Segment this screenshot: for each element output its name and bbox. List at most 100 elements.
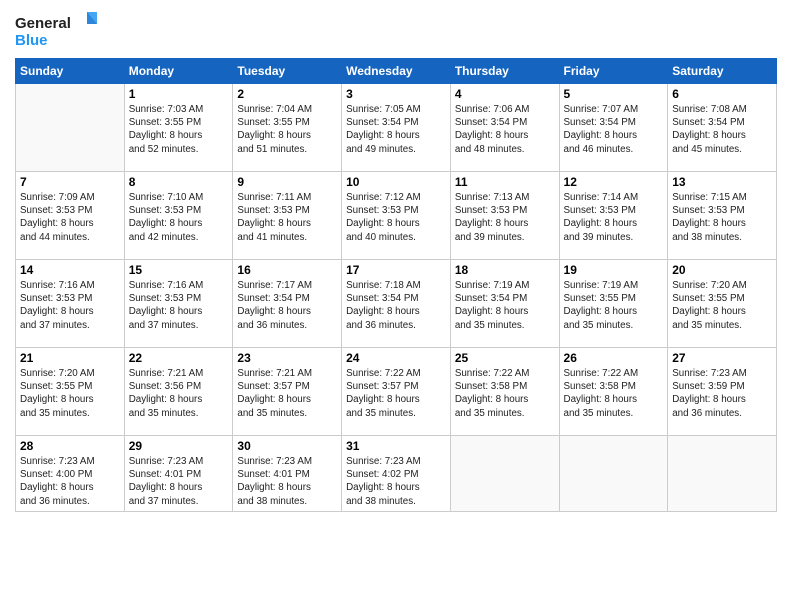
day-info: Sunrise: 7:15 AMSunset: 3:53 PMDaylight:… [672, 191, 772, 244]
day-number: 11 [455, 175, 555, 189]
weekday-header-tuesday: Tuesday [233, 59, 342, 84]
day-info: Sunrise: 7:22 AMSunset: 3:57 PMDaylight:… [346, 367, 446, 420]
calendar-cell: 1Sunrise: 7:03 AMSunset: 3:55 PMDaylight… [124, 84, 233, 172]
svg-text:General: General [15, 15, 71, 32]
day-number: 5 [564, 87, 664, 101]
day-info: Sunrise: 7:19 AMSunset: 3:54 PMDaylight:… [455, 279, 555, 332]
day-info: Sunrise: 7:16 AMSunset: 3:53 PMDaylight:… [20, 279, 120, 332]
calendar-cell: 6 Sunrise: 7:08 AMSunset: 3:54 PMDaylight… [668, 84, 777, 172]
day-info: Sunrise: 7:19 AMSunset: 3:55 PMDaylight:… [564, 279, 664, 332]
calendar-cell: 15Sunrise: 7:16 AMSunset: 3:53 PMDayligh… [124, 260, 233, 348]
calendar-cell: 7 Sunrise: 7:09 AMSunset: 3:53 PMDaylight… [16, 172, 125, 260]
day-number: 30 [237, 439, 337, 453]
day-info: Sunrise: 7:20 AMSunset: 3:55 PMDaylight:… [672, 279, 772, 332]
day-number: 7 [20, 175, 120, 189]
calendar-cell: 8 Sunrise: 7:10 AMSunset: 3:53 PMDaylight… [124, 172, 233, 260]
calendar-cell: 17Sunrise: 7:18 AMSunset: 3:54 PMDayligh… [342, 260, 451, 348]
day-number: 13 [672, 175, 772, 189]
day-info: Sunrise: 7:23 AMSunset: 4:01 PMDaylight:… [237, 455, 337, 508]
calendar-cell: 21 Sunrise: 7:20 AMSunset: 3:55 PMDayligh… [16, 348, 125, 436]
calendar-cell [668, 436, 777, 512]
day-info: Sunrise: 7:08 AMSunset: 3:54 PMDaylight:… [672, 103, 772, 156]
day-info: Sunrise: 7:11 AMSunset: 3:53 PMDaylight:… [237, 191, 337, 244]
day-info: Sunrise: 7:23 AMSunset: 4:02 PMDaylight:… [346, 455, 446, 508]
calendar-cell: 13 Sunrise: 7:15 AMSunset: 3:53 PMDayligh… [668, 172, 777, 260]
calendar-cell: 28Sunrise: 7:23 AMSunset: 4:00 PMDayligh… [16, 436, 125, 512]
day-number: 12 [564, 175, 664, 189]
calendar-cell: 19 Sunrise: 7:19 AMSunset: 3:55 PMDayligh… [559, 260, 668, 348]
day-info: Sunrise: 7:21 AMSunset: 3:56 PMDaylight:… [129, 367, 229, 420]
calendar-cell: 22 Sunrise: 7:21 AMSunset: 3:56 PMDayligh… [124, 348, 233, 436]
weekday-header-wednesday: Wednesday [342, 59, 451, 84]
day-info: Sunrise: 7:20 AMSunset: 3:55 PMDaylight:… [20, 367, 120, 420]
calendar-cell: 26 Sunrise: 7:22 AMSunset: 3:58 PMDayligh… [559, 348, 668, 436]
day-info: Sunrise: 7:17 AMSunset: 3:54 PMDaylight:… [237, 279, 337, 332]
logo: General Blue [15, 10, 105, 50]
day-info: Sunrise: 7:13 AMSunset: 3:53 PMDaylight:… [455, 191, 555, 244]
day-info: Sunrise: 7:09 AMSunset: 3:53 PMDaylight:… [20, 191, 120, 244]
calendar-week-row: 21 Sunrise: 7:20 AMSunset: 3:55 PMDayligh… [16, 348, 777, 436]
day-number: 22 [129, 351, 229, 365]
calendar-cell: 2Sunrise: 7:04 AMSunset: 3:55 PMDaylight… [233, 84, 342, 172]
day-number: 24 [346, 351, 446, 365]
day-info: Sunrise: 7:04 AMSunset: 3:55 PMDaylight:… [237, 103, 337, 156]
weekday-header-monday: Monday [124, 59, 233, 84]
day-number: 3 [346, 87, 446, 101]
day-number: 31 [346, 439, 446, 453]
calendar-week-row: 7 Sunrise: 7:09 AMSunset: 3:53 PMDaylight… [16, 172, 777, 260]
day-info: Sunrise: 7:21 AMSunset: 3:57 PMDaylight:… [237, 367, 337, 420]
calendar-week-row: 28Sunrise: 7:23 AMSunset: 4:00 PMDayligh… [16, 436, 777, 512]
day-info: Sunrise: 7:18 AMSunset: 3:54 PMDaylight:… [346, 279, 446, 332]
calendar-cell: 14 Sunrise: 7:16 AMSunset: 3:53 PMDayligh… [16, 260, 125, 348]
weekday-header-thursday: Thursday [450, 59, 559, 84]
day-info: Sunrise: 7:22 AMSunset: 3:58 PMDaylight:… [564, 367, 664, 420]
weekday-header-saturday: Saturday [668, 59, 777, 84]
day-number: 21 [20, 351, 120, 365]
day-number: 10 [346, 175, 446, 189]
calendar-cell: 10Sunrise: 7:12 AMSunset: 3:53 PMDayligh… [342, 172, 451, 260]
day-info: Sunrise: 7:16 AMSunset: 3:53 PMDaylight:… [129, 279, 229, 332]
day-number: 4 [455, 87, 555, 101]
svg-text:Blue: Blue [15, 32, 48, 49]
calendar-cell: 20 Sunrise: 7:20 AMSunset: 3:55 PMDayligh… [668, 260, 777, 348]
day-info: Sunrise: 7:06 AMSunset: 3:54 PMDaylight:… [455, 103, 555, 156]
day-number: 20 [672, 263, 772, 277]
calendar-cell: 24 Sunrise: 7:22 AMSunset: 3:57 PMDayligh… [342, 348, 451, 436]
calendar-cell: 11 Sunrise: 7:13 AMSunset: 3:53 PMDayligh… [450, 172, 559, 260]
day-number: 27 [672, 351, 772, 365]
weekday-header-friday: Friday [559, 59, 668, 84]
calendar-table: SundayMondayTuesdayWednesdayThursdayFrid… [15, 58, 777, 512]
calendar-cell [16, 84, 125, 172]
day-info: Sunrise: 7:14 AMSunset: 3:53 PMDaylight:… [564, 191, 664, 244]
day-number: 23 [237, 351, 337, 365]
day-info: Sunrise: 7:23 AMSunset: 4:01 PMDaylight:… [129, 455, 229, 508]
calendar-cell: 27 Sunrise: 7:23 AMSunset: 3:59 PMDayligh… [668, 348, 777, 436]
day-number: 14 [20, 263, 120, 277]
day-info: Sunrise: 7:03 AMSunset: 3:55 PMDaylight:… [129, 103, 229, 156]
calendar-header-row: SundayMondayTuesdayWednesdayThursdayFrid… [16, 59, 777, 84]
calendar-cell [559, 436, 668, 512]
day-number: 16 [237, 263, 337, 277]
day-number: 29 [129, 439, 229, 453]
day-number: 25 [455, 351, 555, 365]
day-number: 26 [564, 351, 664, 365]
day-info: Sunrise: 7:10 AMSunset: 3:53 PMDaylight:… [129, 191, 229, 244]
calendar-cell: 31 Sunrise: 7:23 AMSunset: 4:02 PMDayligh… [342, 436, 451, 512]
day-number: 6 [672, 87, 772, 101]
calendar-cell: 30 Sunrise: 7:23 AMSunset: 4:01 PMDayligh… [233, 436, 342, 512]
calendar-week-row: 1Sunrise: 7:03 AMSunset: 3:55 PMDaylight… [16, 84, 777, 172]
logo-text-block: General Blue [15, 10, 105, 50]
calendar-cell: 3 Sunrise: 7:05 AMSunset: 3:54 PMDaylight… [342, 84, 451, 172]
day-info: Sunrise: 7:05 AMSunset: 3:54 PMDaylight:… [346, 103, 446, 156]
day-info: Sunrise: 7:23 AMSunset: 3:59 PMDaylight:… [672, 367, 772, 420]
day-info: Sunrise: 7:07 AMSunset: 3:54 PMDaylight:… [564, 103, 664, 156]
calendar-cell: 16 Sunrise: 7:17 AMSunset: 3:54 PMDayligh… [233, 260, 342, 348]
logo-svg: General Blue [15, 10, 105, 50]
day-number: 8 [129, 175, 229, 189]
day-number: 18 [455, 263, 555, 277]
day-number: 19 [564, 263, 664, 277]
calendar-cell: 25Sunrise: 7:22 AMSunset: 3:58 PMDayligh… [450, 348, 559, 436]
day-number: 28 [20, 439, 120, 453]
calendar-cell: 29 Sunrise: 7:23 AMSunset: 4:01 PMDayligh… [124, 436, 233, 512]
page-header: General Blue [15, 10, 777, 50]
